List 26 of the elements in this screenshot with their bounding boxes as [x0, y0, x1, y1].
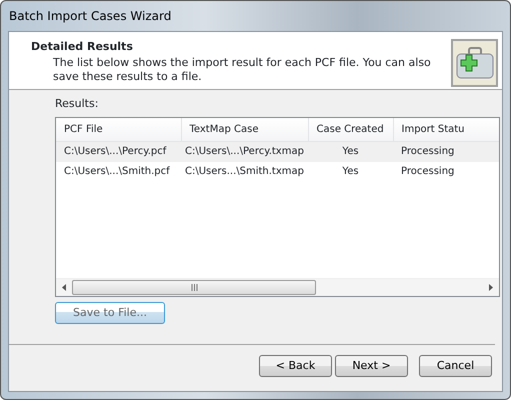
- column-header[interactable]: Import Statu: [393, 118, 499, 142]
- column-header[interactable]: TextMap Case: [181, 118, 308, 142]
- horizontal-scrollbar[interactable]: [56, 278, 499, 296]
- page-title: Detailed Results: [31, 39, 134, 55]
- results-list[interactable]: PCF File TextMap Case Case Created Import Statu C:\Users\...\Percy.pcf C:\Users\...\Percy.txmap Yes Processing C:\Users\...\Smith.pcf C:\Users...\Smith.txmap Yes Processing: [55, 116, 500, 296]
- results-label: Results:: [55, 96, 100, 112]
- table-cell: C:\Users\...\Percy.txmap: [181, 142, 308, 162]
- table-cell: Processing: [393, 142, 499, 162]
- table-cell: C:\Users\...\Smith.pcf: [56, 162, 181, 182]
- medical-kit-icon: [451, 39, 498, 87]
- table-cell: C:\Users...\Smith.txmap: [181, 162, 308, 182]
- wizard-button[interactable]: Next >: [335, 355, 408, 377]
- page-description: The list below shows the import result for each PCF file. You can also save these results to a file.: [52, 56, 432, 84]
- table-cell: Yes: [308, 162, 393, 182]
- column-header[interactable]: PCF File: [56, 118, 181, 142]
- table-cell: C:\Users\...\Percy.pcf: [56, 142, 181, 162]
- scroll-left-icon[interactable]: [62, 284, 66, 290]
- save-to-file-button[interactable]: Save to File...: [55, 302, 165, 324]
- table-cell: Yes: [308, 142, 393, 162]
- table-cell: Processing: [393, 162, 499, 182]
- window-title: Batch Import Cases Wizard: [9, 8, 172, 25]
- wizard-button[interactable]: Cancel: [419, 355, 492, 377]
- wizard-button[interactable]: < Back: [259, 355, 332, 377]
- scroll-right-icon[interactable]: [489, 284, 493, 290]
- column-header[interactable]: Case Created: [308, 118, 393, 142]
- scroll-thumb[interactable]: [72, 280, 316, 294]
